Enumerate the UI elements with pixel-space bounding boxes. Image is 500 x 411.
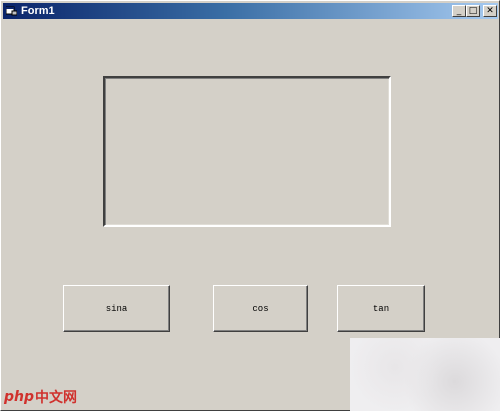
sina-button-label: sina	[105, 303, 128, 314]
tan-button-label: tan	[372, 303, 390, 314]
picture-box[interactable]	[103, 76, 391, 227]
close-icon: ✕	[486, 6, 494, 16]
minimize-button[interactable]: _	[452, 5, 466, 17]
watermark-brand: php	[4, 389, 35, 405]
tan-button[interactable]: tan	[337, 285, 425, 332]
app-icon	[6, 6, 17, 16]
blurred-region	[350, 338, 500, 411]
close-button[interactable]: ✕	[483, 5, 497, 17]
sina-button[interactable]: sina	[63, 285, 170, 332]
maximize-button[interactable]: □	[466, 5, 480, 17]
minimize-icon: _	[456, 6, 462, 16]
watermark-suffix: 中文网	[35, 390, 78, 406]
cos-button[interactable]: cos	[213, 285, 308, 332]
cos-button-label: cos	[252, 303, 269, 314]
window-title: Form1	[21, 5, 55, 17]
maximize-icon: □	[468, 6, 478, 16]
title-bar[interactable]: Form1 _ □ ✕	[3, 3, 498, 19]
watermark-logo: php 中文网	[4, 386, 77, 408]
